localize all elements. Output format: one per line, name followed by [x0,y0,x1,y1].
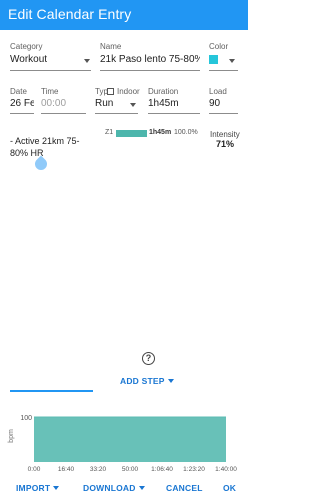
intensity-label: Intensity [210,130,240,139]
chart-x-tick-label: 0:00 [28,466,41,473]
download-label: DOWNLOAD [83,483,136,493]
name-label: Name [100,42,122,51]
ok-button[interactable]: OK [223,483,236,493]
time-underline [41,113,86,114]
help-icon[interactable]: ? [142,352,155,365]
category-select[interactable]: Workout [10,54,80,65]
type-chevron-down-icon[interactable] [130,103,136,107]
indoor-label: Indoor [117,87,140,96]
zone-bar [116,130,147,137]
description-line-2: 80% HR [10,148,44,158]
import-chevron-down-icon [53,486,60,490]
download-button[interactable]: DOWNLOAD [83,483,145,493]
cancel-button[interactable]: CANCEL [166,483,203,493]
chart-x-tick-label: 1:40:00 [215,466,237,473]
name-underline [100,70,200,71]
add-step-chevron-down-icon [167,379,174,383]
date-underline [10,113,34,114]
type-underline [95,113,138,114]
intensity-value: 71% [216,139,235,149]
time-field[interactable]: 00:00 [41,98,86,109]
color-label: Color [209,42,229,51]
chart-x-tick-label: 50:00 [122,466,139,473]
color-chevron-down-icon[interactable] [229,59,235,63]
date-label: Date [10,87,27,96]
date-field[interactable]: 26 Feb [10,98,34,109]
add-step-button[interactable]: ADD STEP [120,376,174,386]
chart-x-tick-label: 33:20 [90,466,107,473]
zone-percent: 100.0% [174,129,198,136]
load-field[interactable]: 90 [209,98,238,109]
category-chevron-down-icon[interactable] [84,59,90,63]
chart-x-tick-label: 1:06:40 [151,466,173,473]
chart-x-tick-label: 16:40 [58,466,75,473]
duration-field[interactable]: 1h45m [148,98,198,109]
duration-label: Duration [148,87,179,96]
chart-area-series [34,417,226,462]
duration-underline [148,113,200,114]
type-select[interactable]: Run [95,98,125,109]
category-label: Category [10,42,43,51]
description-line-1: - Active 21km 75- [10,136,80,146]
page-title: Edit Calendar Entry [8,6,132,22]
name-field[interactable]: 21k Paso lento 75-80% HR [100,54,200,65]
chart-y-tick-label: 100 [20,415,32,422]
download-chevron-down-icon [138,486,145,490]
app-bar: Edit Calendar Entry [0,0,248,30]
editor-focus-underline [10,390,93,392]
chart-y-axis-label: bpm [8,429,15,443]
color-swatch[interactable] [209,55,218,64]
load-underline [209,113,238,114]
zone-time: 1h45m [149,129,172,136]
indoor-checkbox[interactable] [107,88,114,95]
time-label: Time [41,87,59,96]
import-label: IMPORT [16,483,51,493]
add-step-label: ADD STEP [120,376,165,386]
import-button[interactable]: IMPORT [16,483,60,493]
workout-chart: bpm 100 0:00 16:40 33:20 50:00 1:06:40 1:23:20 1… [8,415,237,473]
workout-description[interactable]: - Active 21km 75- 80% HR [10,135,90,159]
load-label: Load [209,87,227,96]
bottom-action-bar: IMPORT DOWNLOAD CANCEL OK [0,478,248,500]
category-underline [10,70,91,71]
zone-label: Z1 [105,129,114,136]
chart-x-tick-label: 1:23:20 [183,466,205,473]
color-underline [209,70,238,71]
